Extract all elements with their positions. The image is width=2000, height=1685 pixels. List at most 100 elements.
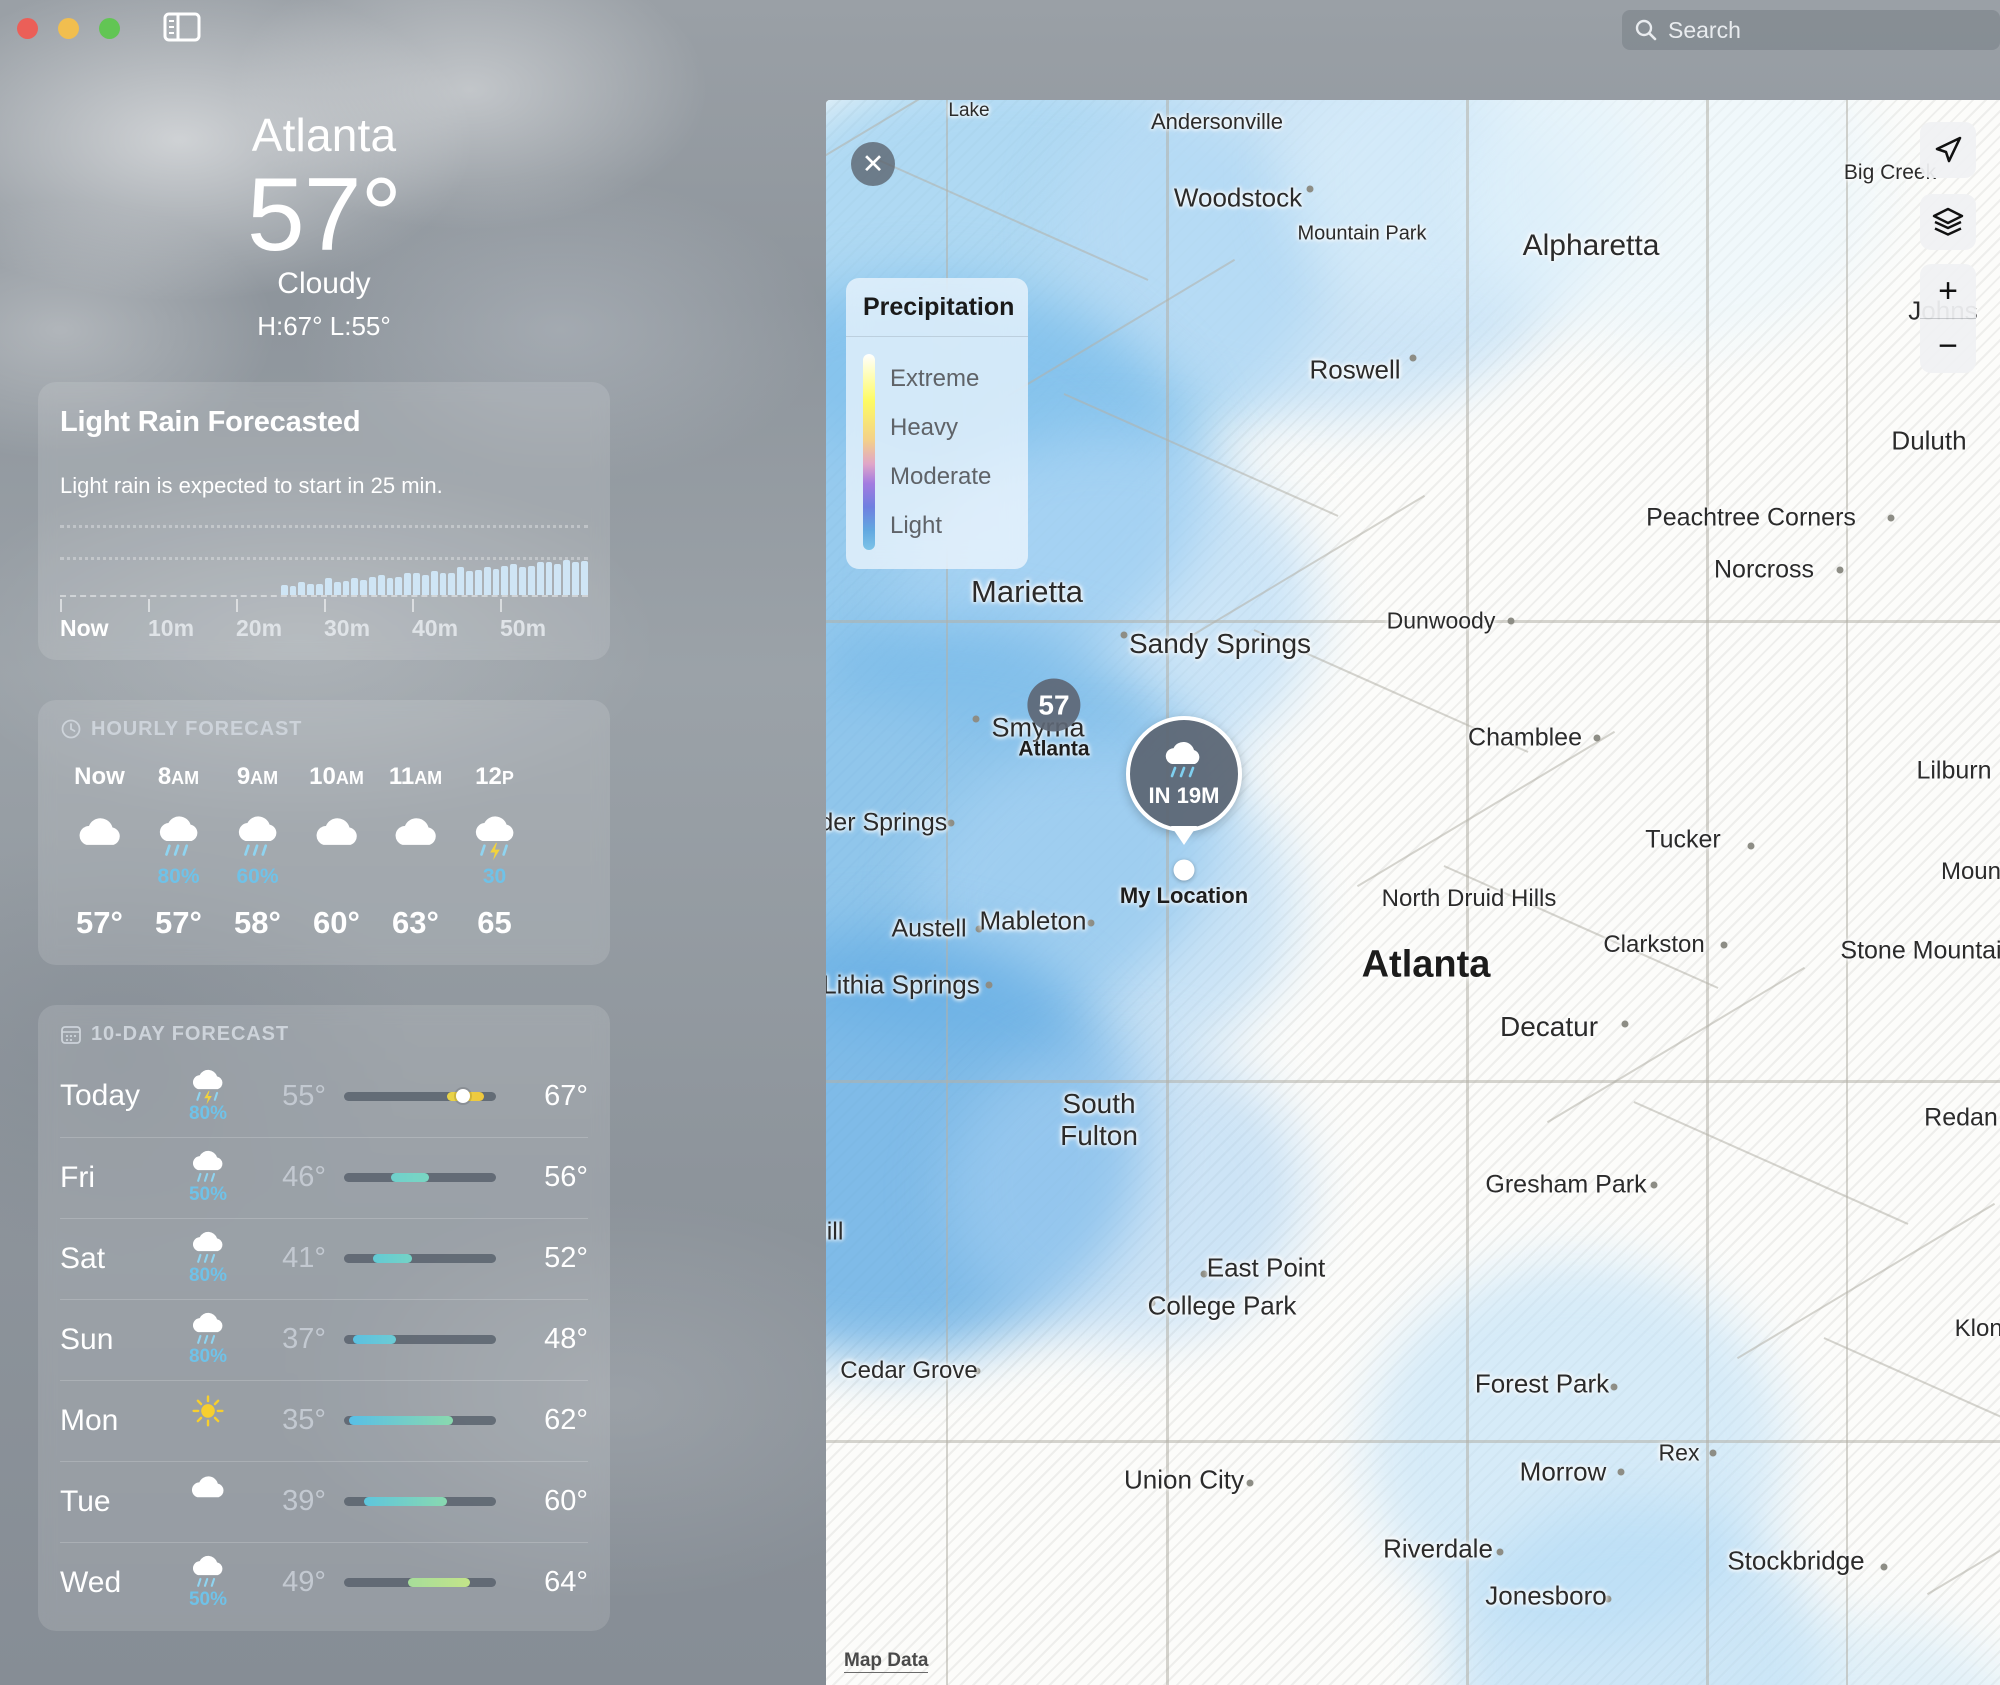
current-condition: Cloudy [277,266,371,300]
map-place-label[interactable]: Lilburn [1916,757,1991,786]
sidebar-icon[interactable] [160,10,204,44]
close-icon[interactable]: ✕ [851,142,895,186]
map-place-label[interactable]: South Fulton [1060,1088,1138,1152]
map-place-label[interactable]: Redan [1924,1104,1998,1133]
precip-bar [554,563,562,595]
tenday-precip: 50% [188,1184,228,1206]
tenday-row[interactable]: Fri 50% 46° 56° [60,1136,588,1218]
rain-forecast-card[interactable]: Light Rain Forecasted Light rain is expe… [38,381,610,660]
rain-icon [192,1313,223,1345]
map-place-label[interactable]: Alpharetta [1523,229,1660,263]
map-place-label[interactable]: Peachtree Corners [1646,504,1856,533]
precip-bar [572,562,579,595]
clock-icon [61,719,81,739]
tenday-row[interactable]: Sun 80% 37° 48° [60,1298,588,1380]
map-zoom-controls[interactable]: + − [1920,264,1976,373]
map-place-label[interactable]: Stockbridge [1727,1546,1864,1577]
tenday-day: Today [60,1079,141,1113]
map-place-label[interactable]: Mableton [980,906,1087,937]
map-place-label[interactable]: Jonesboro [1485,1581,1606,1612]
tenday-row[interactable]: Today 80% 55° 67° [60,1056,588,1137]
legend-gradient-bar [863,354,875,550]
minimize-window-button[interactable] [58,18,79,39]
map-place-label[interactable]: Forest Park [1475,1369,1609,1400]
hourly-forecast-header: HOURLY FORECAST [60,718,588,741]
tenday-row[interactable]: Tue 39° 60° [60,1460,588,1542]
map-place-label[interactable]: hapel Hill [826,1218,843,1247]
map-place-label[interactable]: Riverdale [1383,1534,1493,1565]
tenday-low: 41° [282,1242,326,1275]
map-place-label[interactable]: Andersonville [1151,109,1283,135]
hourly-forecast-card[interactable]: HOURLY FORECAST Now 57° 8AM 80% 57° 9AM 60% 58°… [38,699,610,965]
traffic-light-controls [17,18,120,39]
map-place-label[interactable]: College Park [1148,1291,1297,1322]
hourly-item[interactable]: 11AM 63° [376,763,455,941]
zoom-out-button[interactable]: − [1920,319,1976,373]
hourly-temp: 58° [234,904,281,940]
hourly-item[interactable]: 9AM 60% 58° [218,763,297,941]
tenday-row[interactable]: Wed 50% 49° 64° [60,1541,588,1623]
precip-bar [404,573,412,595]
map-locate-button[interactable] [1920,122,1976,178]
map-place-label[interactable]: Cedar Grove [840,1357,977,1385]
hourly-time: 12P [475,762,514,790]
map-place-label[interactable]: Allatoona Lake [929,100,1008,122]
close-window-button[interactable] [17,18,38,39]
map-place-label[interactable]: Lithia Springs [826,970,980,1001]
high-low-temperature: H:67° L:55° [257,310,391,341]
precipitation-map[interactable]: Andersonville Allatoona Lake Woodstock Moun… [826,100,2000,1685]
map-place-dot [972,715,980,723]
map-place-label[interactable]: Decatur [1500,1011,1598,1043]
map-place-dot [1610,1383,1618,1391]
map-place-label[interactable]: Norcross [1714,556,1814,585]
map-place-label[interactable]: Powder Springs [826,809,947,838]
map-place-dot [1507,617,1515,625]
map-road [1846,100,1848,1685]
hourly-item[interactable]: 10AM 60° [297,763,376,941]
map-place-label[interactable]: Union City [1124,1465,1244,1496]
tenday-high: 67° [544,1079,588,1112]
current-temperature: 57° [246,156,402,273]
map-place-label[interactable]: Chamblee [1468,724,1582,753]
search-input[interactable]: Search [1622,10,2000,50]
map-place-label[interactable]: North Druid Hills [1382,885,1557,913]
map-place-label[interactable]: Rex [1659,1440,1700,1467]
tenday-precip: 80% [188,1265,228,1287]
map-place-label[interactable]: Sandy Springs [1129,628,1311,660]
map-place-label[interactable]: East Point [1207,1253,1326,1284]
rain-timing-callout[interactable]: IN 19M [1126,716,1242,845]
map-place-label[interactable]: Stone Mountai [1840,937,2000,966]
map-place-label[interactable]: Clarkston [1603,931,1704,959]
tenday-low: 37° [282,1323,326,1356]
zoom-in-button[interactable]: + [1920,264,1976,318]
map-place-label[interactable]: Gresham Park [1485,1171,1646,1200]
map-attribution[interactable]: Map Data [844,1650,929,1673]
tenday-row[interactable]: Sat 80% 41° 52° [60,1217,588,1299]
map-layers-button[interactable] [1920,194,1976,250]
tenday-row[interactable]: Mon 35° 62° [60,1379,588,1461]
map-place-label[interactable]: Dunwoody [1387,608,1496,635]
map-place-dot [1709,1449,1717,1457]
map-place-label[interactable]: Mounta [1941,858,2000,886]
map-city-temperature-badge[interactable]: 57 Atlanta [1018,678,1090,762]
map-place-dot [947,819,955,827]
zoom-window-button[interactable] [99,18,120,39]
map-place-label[interactable]: Roswell [1309,355,1400,386]
hourly-item[interactable]: 8AM 80% 57° [139,763,218,941]
hourly-item[interactable]: 12P 30 65 [455,763,534,941]
thunderstorm-icon [475,815,513,860]
tenday-forecast-card[interactable]: 10-DAY FORECAST Today 80% 55° 67° Fri 50% 46° 5… [38,1004,610,1631]
hourly-item[interactable]: Now 57° [60,763,139,941]
city-name: Atlanta [251,109,397,161]
map-place-dot [1650,1181,1658,1189]
tenday-high: 64° [544,1566,588,1599]
map-place-label[interactable]: Klondik [1955,1315,2000,1343]
map-place-label[interactable]: Morrow [1520,1457,1607,1488]
map-place-label[interactable]: Woodstock [1174,183,1302,214]
map-place-label[interactable]: Marietta [971,574,1083,610]
map-place-label[interactable]: Austell [891,915,966,944]
map-place-label[interactable]: Tucker [1645,826,1720,855]
map-place-label[interactable]: Mountain Park [1298,223,1427,246]
precip-bar [395,576,403,595]
map-place-label[interactable]: Duluth [1891,426,1966,457]
